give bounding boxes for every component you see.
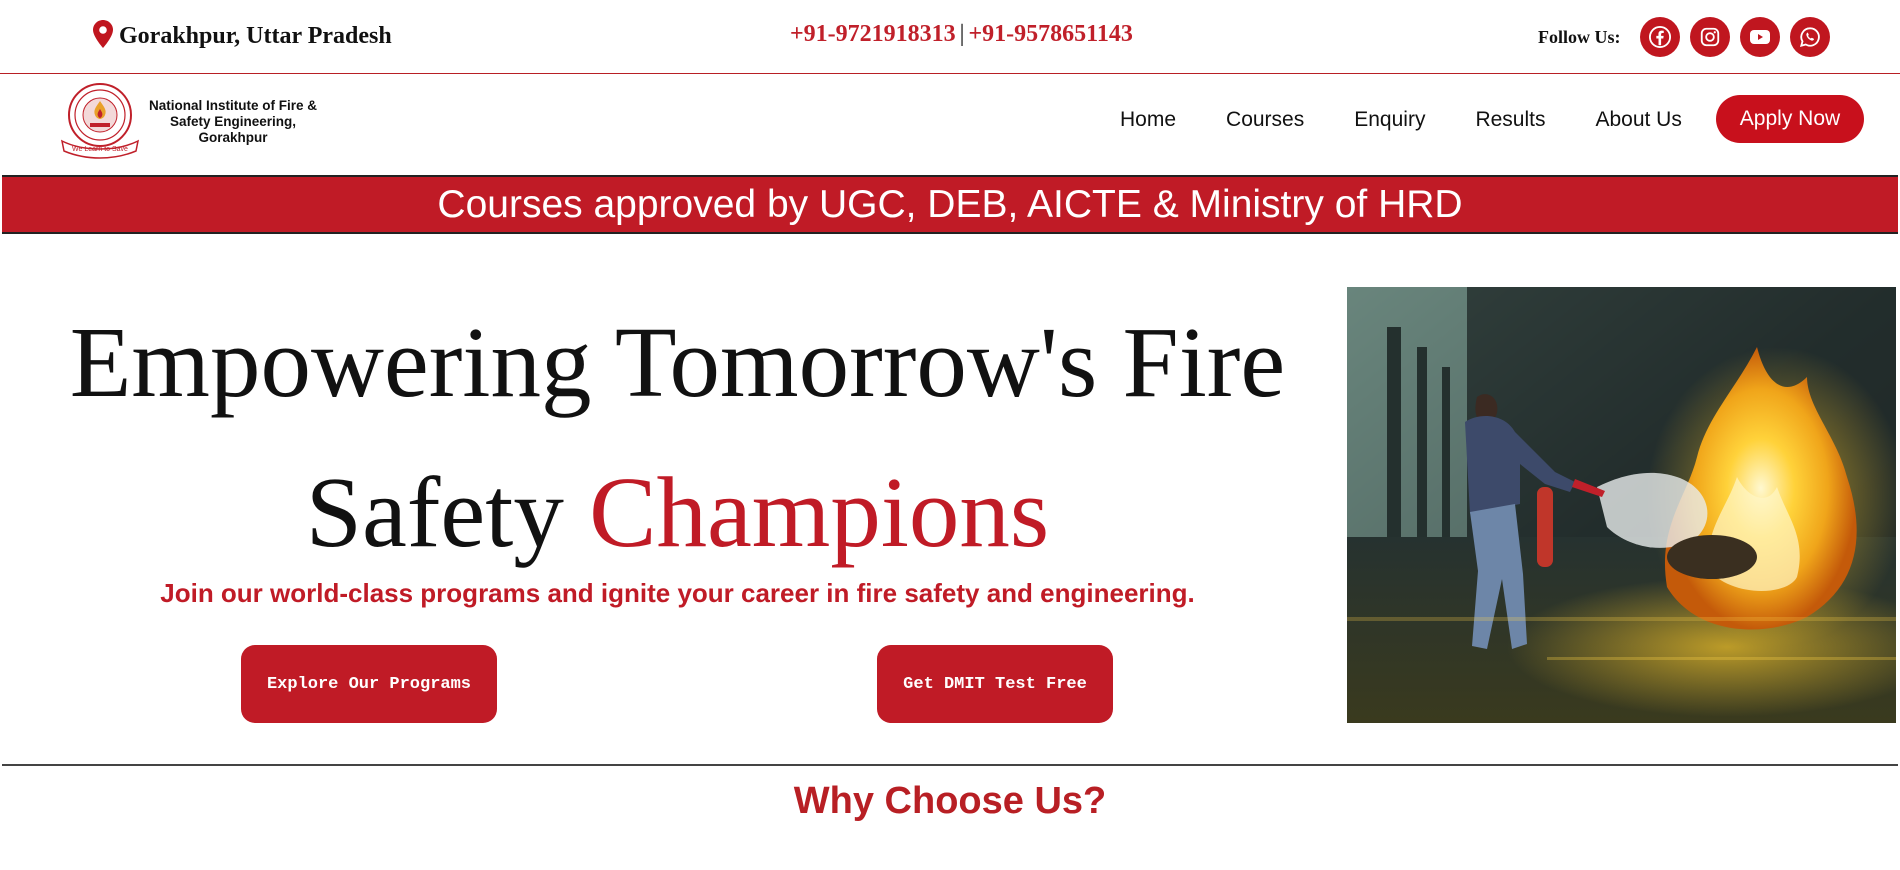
why-choose-us-heading: Why Choose Us? [793,780,1107,822]
map-pin-icon [93,20,113,53]
institute-name: National Institute of Fire & Safety Engi… [148,98,318,146]
explore-programs-button[interactable]: Explore Our Programs [241,645,497,723]
phone-numbers: +91-9721918313 | +91-9578651143 [790,21,1133,48]
nav-home[interactable]: Home [1120,108,1176,132]
phone-1[interactable]: +91-9721918313 [790,21,956,47]
header-nav: We Learn to Save National Institute of F… [0,75,1900,175]
phone-separator: | [959,21,965,47]
hero-title-line-1: Empowering Tomorrow's Fire [69,306,1286,418]
logo-ribbon-text: We Learn to Save [72,146,128,153]
hero-title-line-2: Safety [305,456,590,568]
whatsapp-icon[interactable] [1789,17,1830,57]
facebook-icon[interactable] [1639,17,1680,57]
institute-logo[interactable]: We Learn to Save National Institute of F… [50,81,318,163]
institute-name-line-3: Gorakhpur [198,130,268,145]
nav-courses[interactable]: Courses [1226,108,1304,132]
main-menu: Home Courses Enquiry Results About Us [1120,108,1732,132]
approval-banner-text: Courses approved by UGC, DEB, AICTE & Mi… [437,182,1463,226]
top-info-bar: Gorakhpur, Uttar Pradesh +91-9721918313 |… [0,0,1900,74]
hero-subtitle: Join our world-class programs and ignite… [160,578,1195,608]
nav-results[interactable]: Results [1475,108,1545,132]
follow-us-label: Follow Us: [1538,26,1621,47]
apply-now-button[interactable]: Apply Now [1716,95,1864,143]
location-text: Gorakhpur, Uttar Pradesh [119,23,392,49]
dmit-test-button[interactable]: Get DMIT Test Free [877,645,1113,723]
hero-image-fire-training [1347,287,1896,723]
phone-2[interactable]: +91-9578651143 [968,21,1132,47]
institute-name-line-1: National Institute of Fire & [148,98,317,113]
section-divider [2,764,1898,766]
instagram-icon[interactable] [1689,17,1730,57]
logo-seal-icon: We Learn to Save [60,83,140,159]
nav-about-us[interactable]: About Us [1595,108,1681,132]
approval-banner: Courses approved by UGC, DEB, AICTE & Mi… [2,175,1898,234]
location: Gorakhpur, Uttar Pradesh [93,20,392,53]
nav-enquiry[interactable]: Enquiry [1354,108,1425,132]
hero-title: Empowering Tomorrow's Fire Safety Champi… [40,287,1315,587]
fire-extinguisher-scene-image [1347,287,1896,723]
youtube-icon[interactable] [1739,17,1780,57]
institute-name-line-2: Safety Engineering, [169,114,297,129]
social-links: Follow Us: [1538,17,1830,57]
hero-title-accent: Champions [589,456,1050,568]
